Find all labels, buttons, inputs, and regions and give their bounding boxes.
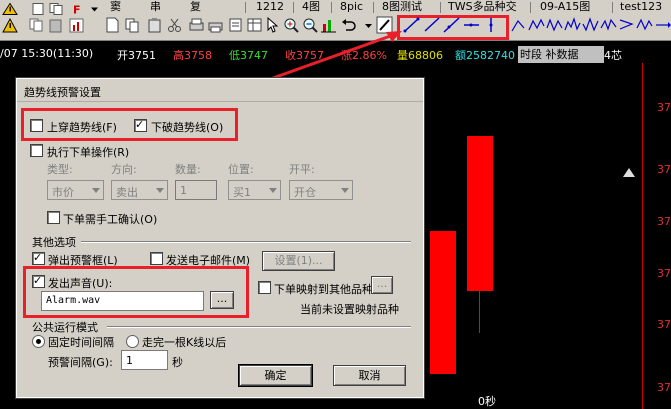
other-options-label: 其他选项 — [32, 236, 76, 249]
interval-unit: 秒 — [172, 356, 183, 369]
open-close-select[interactable]: 开仓 — [289, 180, 353, 200]
bell-icon[interactable] — [622, 167, 636, 177]
price-axis — [642, 63, 671, 409]
exec-order-label[interactable]: 执行下单操作(R) — [47, 144, 129, 160]
fixed-interval-label[interactable]: 固定时间间隔 — [48, 334, 114, 350]
position-label: 位置: — [228, 163, 254, 176]
cross-up-checkbox[interactable] — [30, 119, 43, 132]
after-bar-radio[interactable] — [126, 335, 139, 348]
trendline-alert-dialog: 趋势线预警设置 上穿趋势线(F) ✓ 下破趋势线(O) 执行下单操作(R) 类型… — [15, 77, 425, 399]
position-select[interactable]: 买1 — [228, 180, 281, 200]
after-bar-label[interactable]: 走完一根K线以后 — [142, 334, 226, 350]
candle-2 — [467, 136, 493, 291]
price-tick: 37 — [657, 215, 671, 228]
dialog-titlebar[interactable]: 趋势线预警设置 — [17, 79, 423, 102]
browse-sound-button[interactable]: ... — [210, 291, 234, 309]
sound-checkbox[interactable]: ✓ — [32, 274, 45, 288]
email-checkbox[interactable] — [150, 252, 163, 265]
fixed-interval-radio[interactable] — [32, 335, 45, 348]
qty-label: 数量: — [175, 163, 201, 176]
sound-label[interactable]: 发出声音(U): — [48, 275, 112, 291]
manual-confirm-checkbox[interactable] — [47, 211, 60, 224]
map-status-text: 当前未设置映射品种 — [300, 303, 399, 316]
price-tick: 37 — [657, 381, 671, 394]
qty-input[interactable]: 1 — [175, 180, 217, 200]
time-axis-label: 0秒 — [478, 395, 496, 408]
type-select[interactable]: 市价 — [47, 180, 104, 200]
cross-down-label[interactable]: 下破趋势线(O) — [151, 119, 223, 135]
cancel-button[interactable]: 取消 — [333, 365, 406, 386]
interval-label: 预警间隔(G): — [48, 356, 113, 369]
map-order-label[interactable]: 下单映射到其他品种 — [274, 281, 373, 297]
interval-input[interactable]: 1 — [121, 350, 168, 370]
sound-file-input[interactable]: Alarm.wav — [41, 291, 204, 311]
ok-button[interactable]: 确定 — [238, 364, 313, 387]
candle-1 — [430, 231, 456, 374]
map-order-checkbox[interactable] — [258, 281, 271, 294]
exec-order-checkbox[interactable] — [30, 144, 43, 157]
direction-label: 方向: — [111, 163, 137, 176]
dialog-title: 趋势线预警设置 — [24, 86, 101, 99]
price-tick: 37 — [657, 163, 671, 176]
group-divider — [81, 241, 411, 243]
popup-checkbox[interactable]: ✓ — [32, 251, 45, 265]
direction-select[interactable]: 卖出 — [111, 180, 168, 200]
open-close-label: 开平: — [289, 163, 315, 176]
price-tick: 37 — [657, 101, 671, 114]
public-mode-label: 公共运行模式 — [32, 321, 98, 334]
price-tick: 37 — [657, 318, 671, 331]
cross-down-checkbox[interactable]: ✓ — [134, 118, 147, 132]
cross-up-label[interactable]: 上穿趋势线(F) — [47, 119, 117, 135]
type-label: 类型: — [47, 163, 73, 176]
email-settings-button[interactable]: 设置(1)... — [262, 251, 335, 271]
group-divider — [107, 326, 411, 328]
price-tick: 37 — [657, 267, 671, 280]
map-order-button[interactable]: ... — [371, 276, 393, 294]
manual-confirm-label[interactable]: 下单需手工确认(O) — [63, 211, 157, 227]
